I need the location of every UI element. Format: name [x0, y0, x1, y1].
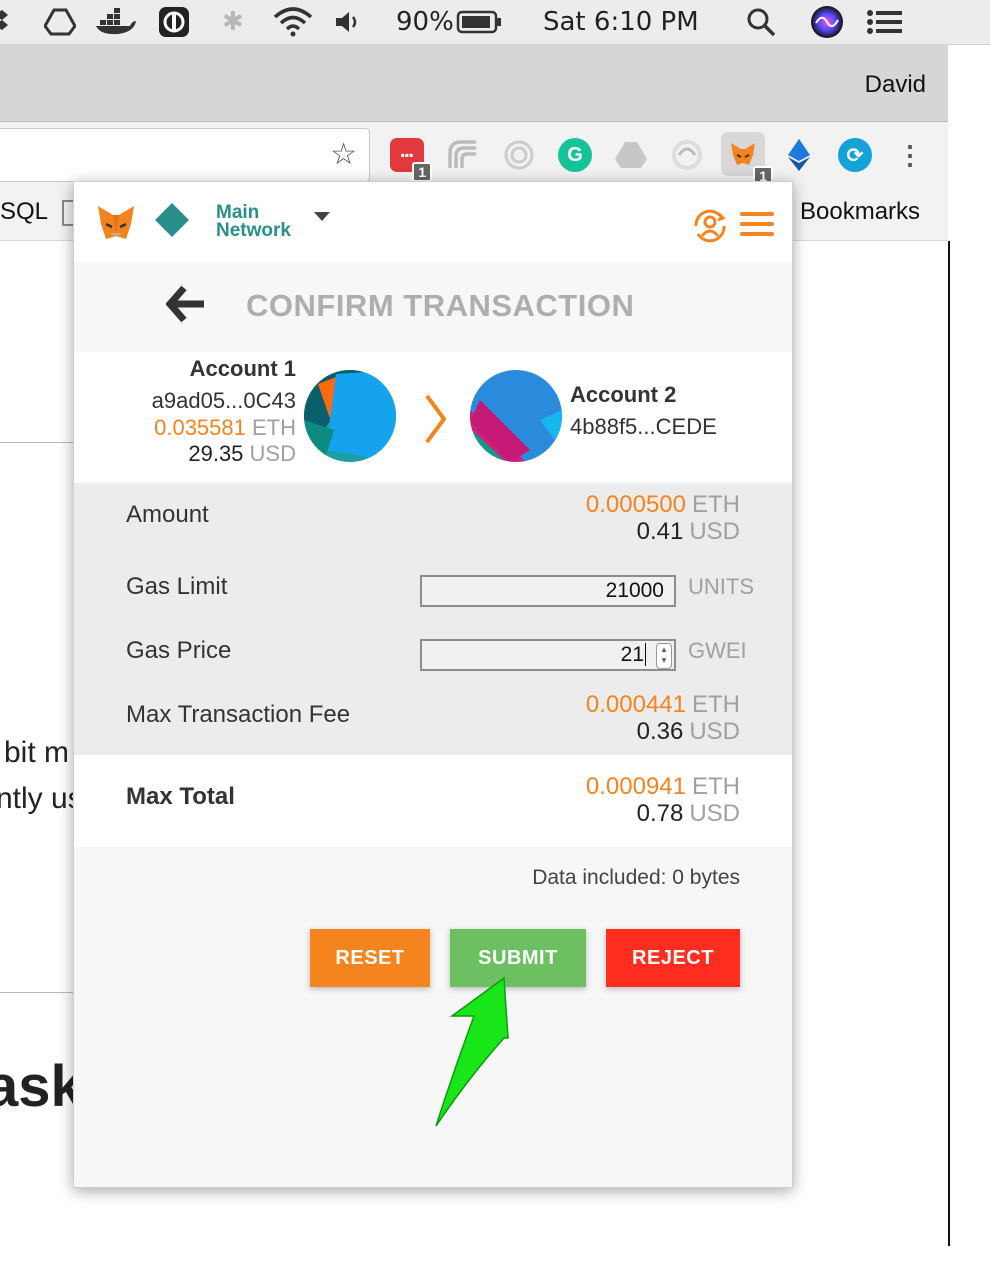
- google-drive-icon[interactable]: [44, 0, 76, 44]
- todoist-extension-icon[interactable]: ▪▪▪ 1: [390, 138, 432, 182]
- max-fee-usd-line: 0.36 USD: [637, 718, 740, 746]
- wifi-icon[interactable]: [272, 0, 314, 44]
- amount-usd-line: 0.41 USD: [637, 518, 740, 546]
- eth-unit: ETH: [692, 773, 740, 800]
- network-dropdown-caret-icon[interactable]: [314, 212, 330, 221]
- reset-button[interactable]: RESET: [310, 929, 430, 987]
- sync-extension-icon[interactable]: ⟳: [838, 138, 872, 172]
- transfer-arrow-icon: [424, 394, 448, 449]
- account-switch-icon[interactable]: [690, 206, 730, 251]
- max-fee-eth: 0.000441: [585, 691, 686, 718]
- page-body-text: ntly us: [0, 782, 83, 815]
- amount-eth-line: 0.000500 ETH: [586, 491, 740, 519]
- browser-titlebar: David: [0, 45, 948, 122]
- target-extension-icon[interactable]: [502, 138, 536, 172]
- divider: [0, 992, 74, 993]
- text-cursor: [645, 643, 646, 666]
- gas-price-label: Gas Price: [126, 637, 232, 664]
- macos-menu-bar: ✱ 90% Sat 6:10 PM: [0, 0, 990, 45]
- amount-label: Amount: [126, 501, 209, 528]
- battery-percentage[interactable]: 90%: [396, 0, 454, 44]
- eth-unit: ETH: [692, 491, 740, 518]
- bookmark-item[interactable]: SQL: [0, 198, 48, 226]
- title-row: CONFIRM TRANSACTION: [74, 262, 792, 362]
- gas-limit-label: Gas Limit: [126, 573, 228, 600]
- profile-name[interactable]: David: [865, 71, 926, 99]
- gas-price-value: 21: [620, 643, 644, 666]
- network-label: Network: [216, 220, 291, 241]
- reject-button[interactable]: REJECT: [606, 929, 740, 987]
- max-total-label: Max Total: [126, 783, 235, 810]
- from-account-identicon: [304, 370, 396, 467]
- menu-clock[interactable]: Sat 6:10 PM: [543, 0, 699, 44]
- gas-price-unit: GWEI: [688, 638, 747, 663]
- notification-center-icon[interactable]: [866, 0, 904, 44]
- from-eth-balance: 0.035581: [154, 415, 246, 440]
- dropbox-icon[interactable]: [0, 0, 26, 44]
- eth-unit: ETH: [692, 691, 740, 718]
- data-included-text: Data included: 0 bytes: [532, 866, 740, 889]
- other-bookmarks[interactable]: Bookmarks: [800, 198, 920, 226]
- from-eth-balance-line: 0.035581 ETH: [154, 415, 296, 441]
- amount-usd: 0.41: [636, 518, 684, 545]
- app-menu-icon[interactable]: [158, 0, 190, 44]
- gas-limit-unit: UNITS: [688, 574, 754, 599]
- page-heading: ask: [0, 1054, 83, 1119]
- amount-eth: 0.000500: [585, 491, 686, 518]
- battery-icon[interactable]: [456, 0, 502, 44]
- extension-badge: 1: [412, 162, 432, 182]
- usd-unit: USD: [249, 441, 296, 466]
- max-fee-usd: 0.36: [636, 718, 684, 745]
- bluetooth-icon[interactable]: ✱: [222, 0, 244, 44]
- max-total-usd-line: 0.78 USD: [637, 800, 740, 828]
- usd-unit: USD: [689, 518, 740, 545]
- accounts-section: Account 1 a9ad05...0C43 0.035581 ETH 29.…: [74, 352, 792, 483]
- annotation-arrow-icon: [430, 976, 520, 1137]
- usd-unit: USD: [689, 800, 740, 827]
- max-total-eth-line: 0.000941 ETH: [586, 773, 740, 801]
- docker-icon[interactable]: [96, 0, 136, 44]
- browser-menu-icon[interactable]: ⋮: [893, 138, 927, 172]
- to-account-address: 4b88f5...CEDE: [570, 414, 717, 439]
- back-arrow-icon[interactable]: [165, 284, 206, 329]
- siri-icon[interactable]: [810, 0, 844, 44]
- ethereum-extension-icon[interactable]: [782, 138, 816, 172]
- from-usd-balance-line: 29.35 USD: [188, 441, 296, 467]
- metamask-extension-icon[interactable]: 1: [721, 132, 773, 186]
- gas-limit-input[interactable]: 21000: [420, 575, 676, 607]
- from-usd-balance: 29.35: [188, 441, 244, 466]
- network-indicator-icon: [155, 203, 189, 237]
- to-account-identicon: [470, 370, 562, 467]
- drive-extension-icon[interactable]: [614, 138, 648, 172]
- cast-extension-icon[interactable]: [446, 138, 480, 172]
- max-fee-label: Max Transaction Fee: [126, 701, 351, 728]
- from-account-name: Account 1: [189, 356, 296, 381]
- page-title: CONFIRM TRANSACTION: [246, 288, 635, 323]
- to-account-name: Account 2: [570, 382, 677, 407]
- max-total-section: Max Total 0.000941 ETH 0.78 USD: [74, 755, 792, 847]
- volume-icon[interactable]: [334, 0, 364, 44]
- bookmark-star-icon[interactable]: ☆: [330, 137, 357, 172]
- page-body-text: bit m: [4, 736, 70, 769]
- address-bar[interactable]: ☆: [0, 128, 370, 182]
- transaction-details: Amount 0.000500 ETH 0.41 USD Gas Limit 210…: [74, 483, 792, 755]
- divider: [0, 442, 74, 443]
- max-total-eth: 0.000941: [585, 773, 686, 800]
- number-spinner-icon[interactable]: ▴ ▾: [656, 643, 672, 669]
- max-fee-eth-line: 0.000441 ETH: [586, 691, 740, 719]
- eth-unit: ETH: [252, 415, 296, 440]
- from-account-address: a9ad05...0C43: [151, 388, 296, 413]
- spiral-extension-icon[interactable]: [670, 138, 704, 172]
- spotlight-search-icon[interactable]: [746, 0, 776, 44]
- hamburger-menu-icon[interactable]: [740, 212, 774, 242]
- metamask-header: Main Network: [74, 182, 792, 262]
- gas-price-input[interactable]: 21 ▴ ▾: [420, 639, 676, 671]
- metamask-fox-logo: [96, 204, 136, 247]
- grammarly-extension-icon[interactable]: G: [558, 138, 592, 172]
- network-selector[interactable]: Main Network: [216, 203, 291, 241]
- max-total-usd: 0.78: [636, 800, 684, 827]
- usd-unit: USD: [689, 718, 740, 745]
